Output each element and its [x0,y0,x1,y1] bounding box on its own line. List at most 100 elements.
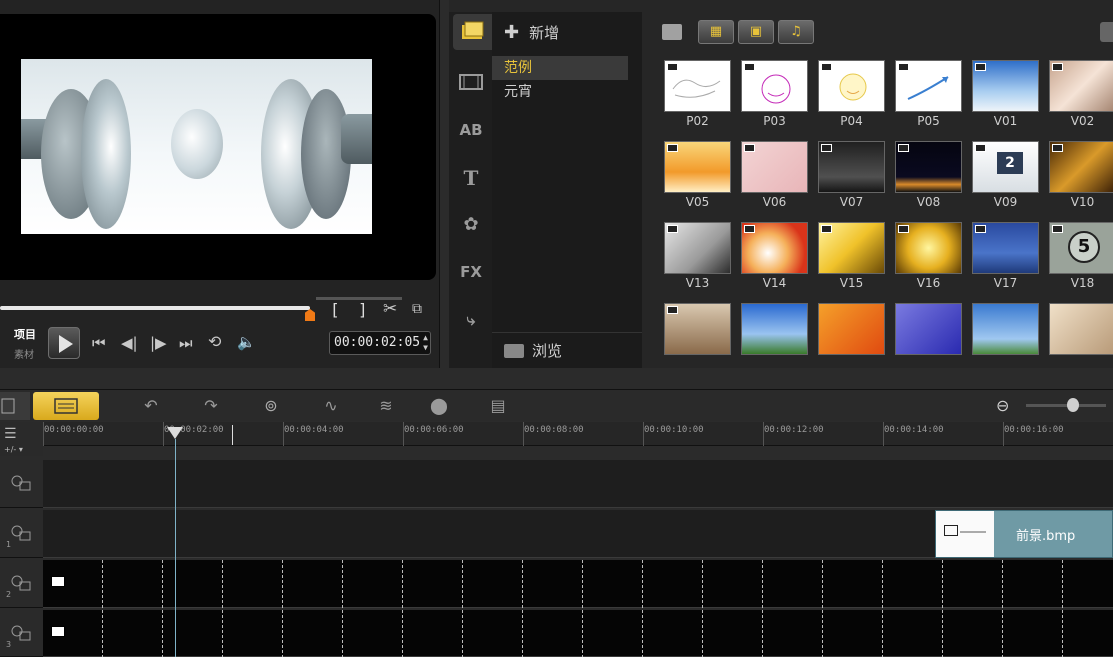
scrub-bar[interactable] [0,306,310,310]
thumbnail[interactable] [741,141,808,193]
thumbnail[interactable] [972,60,1039,112]
skip-to-end-icon[interactable]: ⏭ [179,335,193,351]
track-header-overlay-1[interactable]: 1 [0,510,43,558]
tab-media[interactable] [453,14,493,50]
thumbnail[interactable] [818,60,885,112]
thumbnail[interactable] [664,141,731,193]
tab-graphics[interactable]: ✿ [453,206,489,242]
thumbnail[interactable] [895,141,962,193]
tab-path[interactable]: ⤷ [453,302,489,338]
thumbnail[interactable] [1049,141,1113,193]
skip-to-start-icon[interactable]: ⏮ [92,335,106,351]
mark-out-button[interactable]: ] [358,300,368,319]
show-photos-button[interactable]: ▣ [738,20,774,44]
zoom-slider-handle[interactable] [1067,398,1079,412]
overlay-track-1[interactable]: 前景.bmp [43,510,1113,558]
storyboard-view-button[interactable] [0,392,30,420]
subtitle-editor-icon[interactable]: ▤ [487,396,509,416]
browse-button[interactable]: 浏览 [504,340,562,361]
show-videos-button[interactable]: ▦ [698,20,734,44]
thumbnail[interactable] [818,222,885,274]
mark-line [232,425,233,445]
music-note-icon: ♫ [790,24,802,39]
folders-panel: ✚ 新增 范例 元宵 浏览 [492,12,642,368]
video-badge-icon [1052,144,1063,152]
thumbnail[interactable]: 2 [972,141,1039,193]
track-manager-icon[interactable]: ☰ [4,426,17,442]
preview-video-frame [21,59,372,234]
ruler-tick-label: 00:00:16:00 [1004,425,1064,435]
thumbnail[interactable] [741,60,808,112]
volume-icon[interactable]: 🔈 [237,334,256,350]
undo-icon[interactable]: ↶ [140,396,162,416]
thumbnail[interactable] [741,303,808,355]
repeat-icon[interactable]: ⟲ [208,334,221,350]
thumbnail[interactable] [741,222,808,274]
zoom-out-icon[interactable]: ⊖ [996,396,1009,415]
library-tab-strip: AB T ✿ FX ⤷ [449,12,493,368]
storyboard-icon [1,398,15,414]
thumbnail[interactable] [1049,60,1113,112]
thumbnail-label: V02 [1070,114,1095,128]
thumbnail[interactable] [1049,303,1113,355]
plus-icon: ✚ [504,22,520,43]
timecode-stepper-icon[interactable]: ▲ ▼ [423,333,428,353]
timeline-ruler[interactable]: 00:00:00:00 00:00:02:00 00:00:04:00 00:0… [43,422,1113,446]
motion-tracking-icon[interactable]: ⬤ [428,396,450,416]
thumbnail[interactable] [664,222,731,274]
sound-mixer-icon[interactable]: ∿ [320,396,342,416]
timeline-clip[interactable]: 前景.bmp [935,510,1113,558]
scrub-handle[interactable] [305,309,315,321]
record-capture-icon[interactable]: ⊚ [260,396,282,416]
project-mode-label[interactable]: 项目 [14,326,36,342]
redo-icon[interactable]: ↷ [200,396,222,416]
thumbnail[interactable]: 5 [1049,222,1113,274]
track-toggle[interactable]: +/- ▾ [4,445,23,454]
play-button[interactable] [48,327,80,359]
scissors-icon[interactable]: ✂ [383,301,397,318]
clip-mode-label[interactable]: 素材 [14,346,34,361]
next-frame-icon[interactable]: |▶ [150,335,167,351]
tab-filters[interactable]: FX [453,254,489,290]
thumbnail-digit: 2 [997,152,1023,174]
enlarge-preview-icon[interactable]: ⧉ [412,301,422,317]
thumbnail-label: V10 [1070,195,1095,209]
thumbnail[interactable] [972,222,1039,274]
video-track[interactable] [43,460,1113,508]
auto-music-icon[interactable]: ≋ [375,396,397,416]
add-folder-button[interactable]: ✚ 新增 [504,22,559,43]
thumbnail[interactable] [818,303,885,355]
overlay-track-3[interactable] [43,610,1113,657]
library-options-button[interactable] [1100,22,1113,42]
thumbnail[interactable] [972,303,1039,355]
thumbnail[interactable] [818,141,885,193]
tab-title[interactable]: T [453,160,489,196]
thumbnail[interactable] [895,60,962,112]
tab-transitions[interactable]: AB [453,112,489,148]
clip-thumbnail [936,511,994,557]
add-folder-label: 新增 [529,24,560,42]
zoom-slider[interactable] [1026,404,1106,407]
folder-item-samples[interactable]: 范例 [492,56,628,80]
thumbnail[interactable] [895,303,962,355]
track-header-overlay-3[interactable]: 3 [0,610,43,657]
track-header-video[interactable] [0,460,43,508]
mark-in-button[interactable]: [ [330,300,340,319]
previous-frame-icon[interactable]: ◀| [121,335,138,351]
overlay-track-2[interactable] [43,560,1113,608]
photo-badge-icon [898,63,909,71]
track-header-overlay-2[interactable]: 2 [0,560,43,608]
graphics-icon: ✿ [463,213,479,235]
thumbnail[interactable] [664,60,731,112]
video-filter-icon: ▦ [709,24,723,39]
thumbnail[interactable] [664,303,731,355]
video-badge-icon [821,144,832,152]
fx-icon: FX [460,263,482,281]
folder-icon[interactable] [662,24,682,40]
timeline-view-button[interactable] [33,392,99,420]
folder-item-yuanxiao[interactable]: 元宵 [492,80,642,104]
tab-instant-project[interactable] [453,64,489,100]
thumbnail[interactable] [895,222,962,274]
show-audio-button[interactable]: ♫ [778,20,814,44]
timecode-field[interactable]: 00:00:02:05 ▲ ▼ [329,331,431,355]
